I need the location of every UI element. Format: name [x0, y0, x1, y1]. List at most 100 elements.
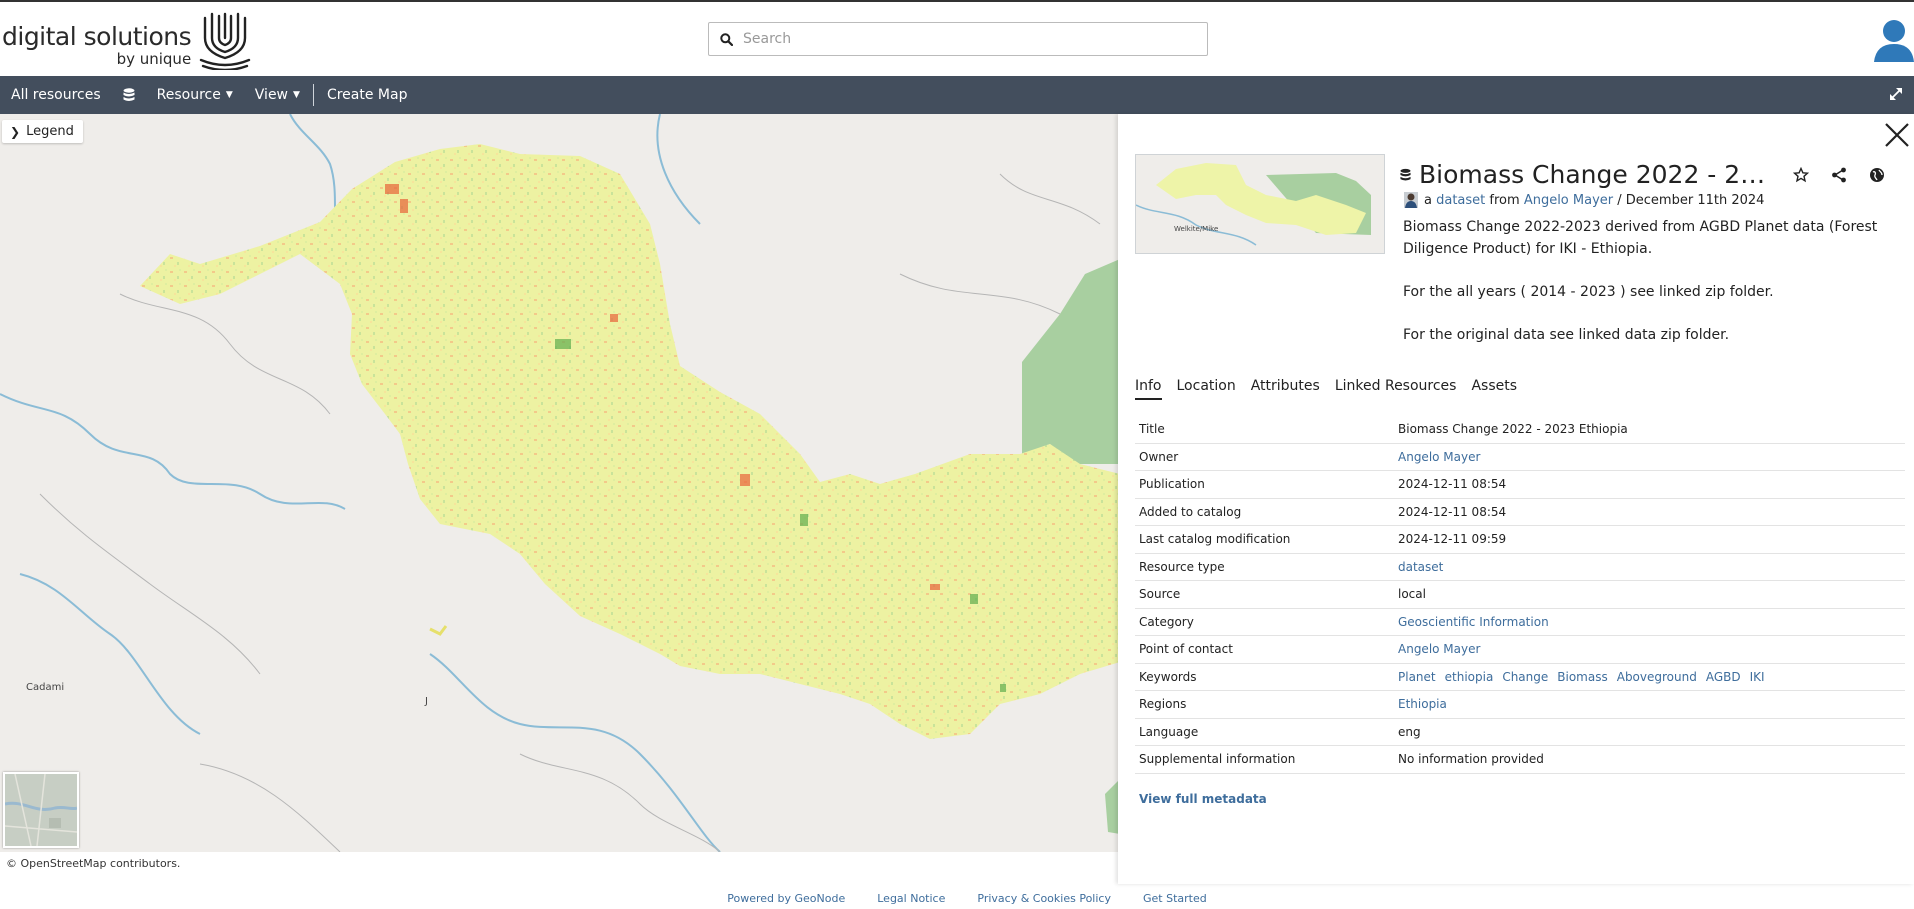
- thumbnail-map-image: Welkite/Mike: [1136, 155, 1384, 253]
- metadata-key: Language: [1139, 724, 1199, 739]
- table-row: Regions Ethiopia: [1135, 691, 1905, 719]
- nav-resource-label: Resource: [156, 87, 221, 103]
- nav-all-resources[interactable]: All resources: [0, 76, 112, 114]
- navbar: All resources Resource ▼ View ▼ Create Map: [0, 76, 1914, 114]
- map-canvas[interactable]: [0, 114, 1120, 852]
- table-row: Supplemental information No information p…: [1135, 746, 1905, 774]
- star-icon[interactable]: [1793, 166, 1809, 183]
- resource-type-link[interactable]: dataset: [1436, 193, 1485, 208]
- owner-avatar: [1404, 192, 1418, 208]
- keyword-link[interactable]: ethiopia: [1445, 670, 1494, 684]
- user-avatar-icon[interactable]: [1874, 18, 1914, 62]
- resource-thumbnail: Welkite/Mike: [1135, 154, 1385, 254]
- metadata-key: Supplemental information: [1139, 752, 1296, 767]
- search-icon: [709, 32, 743, 46]
- top-header: digital solutions by unique: [0, 4, 1914, 76]
- table-row: Resource type dataset: [1135, 554, 1905, 581]
- database-icon: [123, 88, 135, 101]
- map-place-label: J: [425, 696, 428, 707]
- nav-all-resources-label: All resources: [11, 87, 101, 103]
- metadata-key: Publication: [1139, 477, 1205, 492]
- map-viewer[interactable]: ❯ Legend Cadami J: [0, 114, 1120, 852]
- keyword-link[interactable]: IKI: [1750, 670, 1765, 684]
- region-link[interactable]: Ethiopia: [1398, 697, 1905, 711]
- table-row: Title Biomass Change 2022 - 2023 Ethiopia: [1135, 416, 1905, 444]
- category-link[interactable]: Geoscientific Information: [1398, 615, 1905, 629]
- footer-get-started-link[interactable]: Get Started: [1143, 892, 1207, 909]
- metadata-value: 2024-12-11 08:54: [1398, 477, 1507, 492]
- metadata-key: Category: [1139, 614, 1194, 629]
- tab-location[interactable]: Location: [1177, 378, 1236, 400]
- abstract-paragraph: For the original data see linked data zi…: [1403, 327, 1730, 343]
- metadata-key: Owner: [1139, 449, 1179, 464]
- metadata-table: Title Biomass Change 2022 - 2023 Ethiopia…: [1135, 416, 1905, 774]
- metadata-key: Title: [1139, 422, 1165, 437]
- nav-view-label: View: [254, 87, 289, 103]
- page: digital solutions by unique Search All r…: [0, 0, 1914, 909]
- keyword-link[interactable]: Aboveground: [1617, 670, 1697, 684]
- keyword-link[interactable]: AGBD: [1706, 670, 1741, 684]
- keyword-link[interactable]: Planet: [1398, 670, 1436, 684]
- resource-abstract: Biomass Change 2022-2023 derived from AG…: [1403, 216, 1883, 367]
- keyword-link[interactable]: Biomass: [1557, 670, 1607, 684]
- close-icon[interactable]: [1884, 122, 1910, 148]
- footer-powered-link[interactable]: Powered by GeoNode: [727, 892, 845, 909]
- database-icon: [1400, 168, 1411, 180]
- owner-link[interactable]: Angelo Mayer: [1524, 193, 1613, 208]
- metadata-value: No information provided: [1398, 752, 1544, 767]
- metadata-value: Biomass Change 2022 - 2023 Ethiopia: [1398, 422, 1628, 437]
- nav-create-map[interactable]: Create Map: [316, 76, 419, 114]
- table-row: Added to catalog 2024-12-11 08:54: [1135, 499, 1905, 526]
- metadata-key: Keywords: [1139, 669, 1197, 684]
- search-input[interactable]: [743, 24, 1207, 54]
- logo-mark-icon: [199, 12, 251, 70]
- caret-down-icon: ▼: [293, 90, 300, 100]
- metadata-value: 2024-12-11 08:54: [1398, 504, 1507, 519]
- nav-view-dropdown[interactable]: View ▼: [244, 76, 311, 114]
- logo[interactable]: digital solutions by unique: [2, 10, 251, 70]
- metadata-key: Added to catalog: [1139, 504, 1242, 519]
- footer-legal-link[interactable]: Legal Notice: [877, 892, 945, 909]
- map-attribution: © OpenStreetMap contributors.: [6, 857, 181, 870]
- table-row: Publication 2024-12-11 08:54: [1135, 471, 1905, 499]
- keyword-link[interactable]: Change: [1502, 670, 1548, 684]
- tab-linked-resources[interactable]: Linked Resources: [1335, 378, 1457, 400]
- table-row: Keywords Planet ethiopia Change Biomass Abov…: [1135, 664, 1905, 691]
- nav-dataset-icon-button[interactable]: [112, 76, 146, 114]
- resource-type-link[interactable]: dataset: [1398, 560, 1905, 574]
- openstreetmap-link[interactable]: OpenStreetMap: [21, 857, 107, 870]
- chevron-right-icon: ❯: [10, 124, 21, 139]
- table-row: Source local: [1135, 581, 1905, 609]
- table-row: Category Geoscientific Information: [1135, 609, 1905, 636]
- contact-link[interactable]: Angelo Mayer: [1398, 642, 1905, 656]
- table-row: Owner Angelo Mayer: [1135, 444, 1905, 471]
- thumbnail-place-label: Welkite/Mike: [1174, 225, 1218, 233]
- publication-date: / December 11th 2024: [1617, 192, 1765, 208]
- logo-main-text: digital solutions: [2, 22, 192, 51]
- map-place-label: Cadami: [26, 682, 65, 693]
- search-box[interactable]: [708, 22, 1208, 56]
- metadata-key: Point of contact: [1139, 642, 1233, 657]
- nav-divider: [312, 84, 314, 106]
- tab-info[interactable]: Info: [1135, 378, 1162, 400]
- nav-resource-dropdown[interactable]: Resource ▼: [146, 76, 244, 114]
- metadata-key: Last catalog modification: [1139, 532, 1291, 547]
- tab-assets[interactable]: Assets: [1471, 378, 1517, 400]
- abstract-paragraph: For the all years ( 2014 - 2023 ) see li…: [1403, 284, 1774, 300]
- share-icon[interactable]: [1831, 167, 1847, 183]
- metadata-key: Source: [1139, 587, 1181, 602]
- view-full-metadata-link[interactable]: View full metadata: [1139, 792, 1267, 806]
- caret-down-icon: ▼: [225, 90, 233, 100]
- legend-label: Legend: [26, 124, 74, 139]
- abstract-paragraph: Biomass Change 2022-2023 derived from AG…: [1403, 219, 1878, 257]
- metadata-key: Regions: [1139, 697, 1187, 712]
- globe-icon[interactable]: [1869, 167, 1885, 183]
- fullscreen-icon[interactable]: [1888, 86, 1904, 102]
- legend-toggle-button[interactable]: ❯ Legend: [2, 120, 83, 143]
- basemap-switcher[interactable]: [3, 772, 79, 848]
- nav-create-map-label: Create Map: [326, 87, 408, 103]
- metadata-value: 2024-12-11 09:59: [1398, 532, 1507, 547]
- footer-privacy-link[interactable]: Privacy & Cookies Policy: [977, 892, 1111, 909]
- tab-attributes[interactable]: Attributes: [1251, 378, 1320, 400]
- owner-link[interactable]: Angelo Mayer: [1398, 450, 1905, 464]
